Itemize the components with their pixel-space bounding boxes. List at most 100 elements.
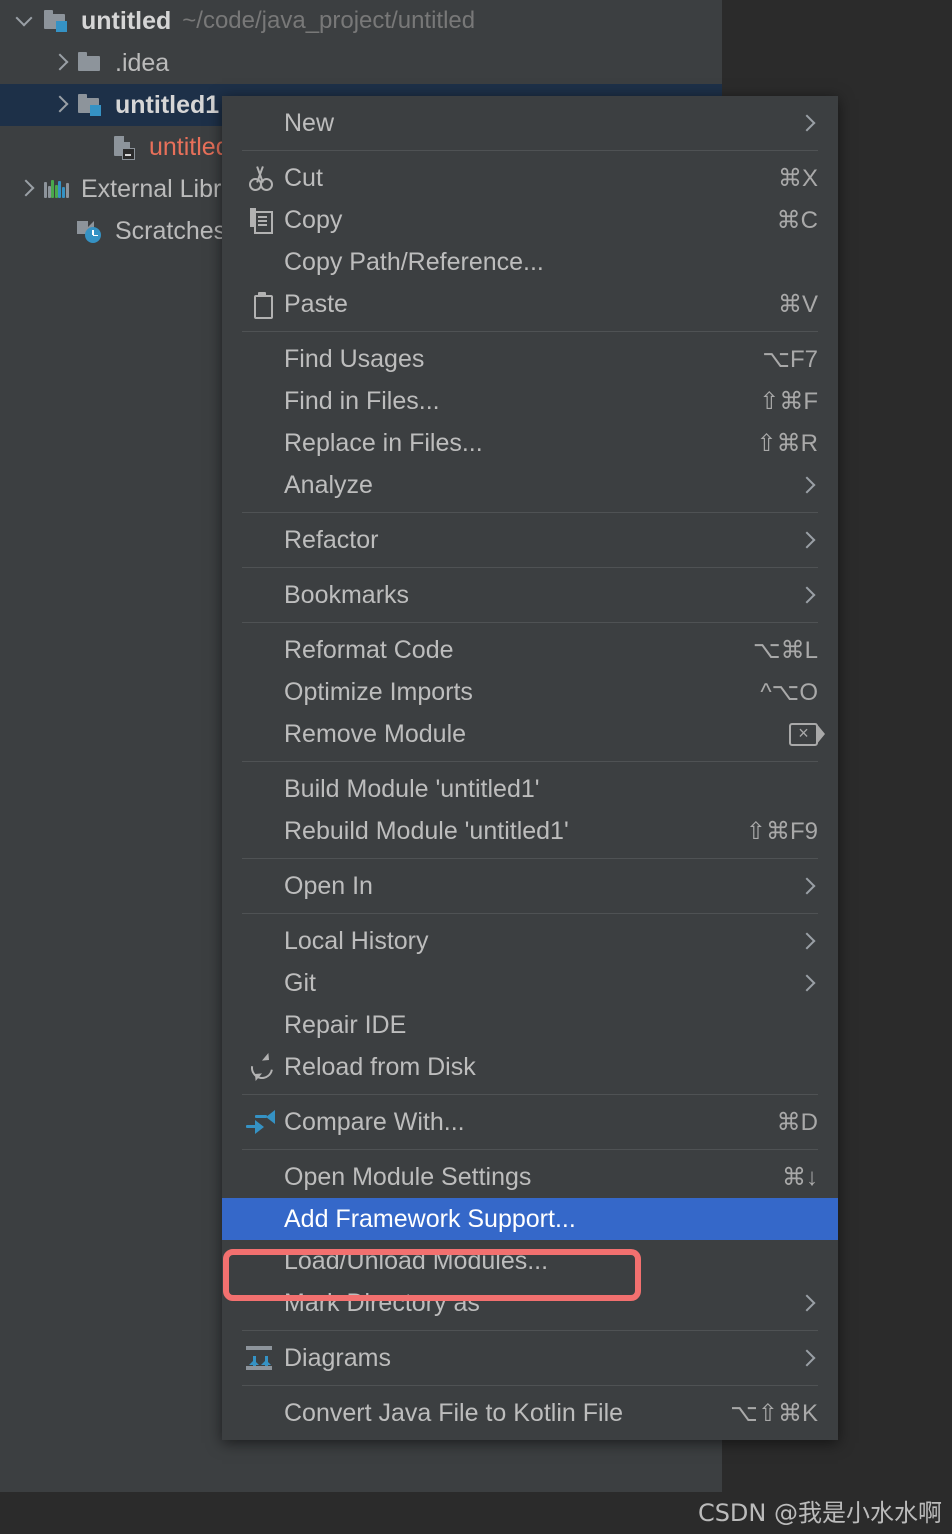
chevron-down-icon[interactable] — [14, 10, 36, 32]
menu-icon-spacer — [242, 470, 284, 500]
menu-item-label: Replace in Files... — [284, 428, 483, 457]
menu-item-find-in-files[interactable]: Find in Files... ⇧⌘F — [222, 380, 838, 422]
menu-icon-spacer — [242, 525, 284, 555]
chevron-right-icon — [796, 972, 818, 994]
menu-item-label: Convert Java File to Kotlin File — [284, 1398, 624, 1427]
menu-item-shortcut: ⌘X — [777, 164, 818, 192]
tree-row-path: ~/code/java_project/untitled — [182, 7, 476, 34]
menu-item-label: Repair IDE — [284, 1010, 407, 1039]
menu-item-copy[interactable]: Copy ⌘C — [222, 199, 838, 241]
compare-icon — [242, 1107, 284, 1137]
menu-item-convert-java-file-to-kotlin-file[interactable]: Convert Java File to Kotlin File ⌥⇧⌘K — [222, 1392, 838, 1434]
chevron-right-icon — [796, 474, 818, 496]
menu-item-bookmarks[interactable]: Bookmarks — [222, 574, 838, 616]
menu-item-label: Open Module Settings — [284, 1162, 532, 1191]
menu-item-label: Open In — [284, 871, 373, 900]
menu-item-remove-module[interactable]: Remove Module — [222, 713, 838, 755]
menu-item-shortcut: ⌘↓ — [782, 1163, 818, 1191]
menu-icon-spacer — [242, 968, 284, 998]
menu-item-repair-ide[interactable]: Repair IDE — [222, 1004, 838, 1046]
library-icon — [42, 176, 72, 202]
chevron-right-icon[interactable] — [14, 178, 36, 200]
menu-item-label: Copy Path/Reference... — [284, 247, 544, 276]
menu-icon-spacer — [242, 1010, 284, 1040]
menu-item-label: Load/Unload Modules... — [284, 1246, 549, 1275]
menu-item-shortcut: ⌘V — [777, 290, 818, 318]
menu-item-local-history[interactable]: Local History — [222, 920, 838, 962]
chevron-right-icon — [796, 112, 818, 134]
chevron-right-icon — [796, 584, 818, 606]
copy-icon — [242, 205, 284, 235]
chevron-right-icon[interactable] — [48, 94, 70, 116]
menu-icon-spacer — [242, 635, 284, 665]
menu-item-new[interactable]: New — [222, 102, 838, 144]
menu-item-label: Cut — [284, 163, 323, 192]
menu-item-mark-directory-as[interactable]: Mark Directory as — [222, 1282, 838, 1324]
menu-icon-spacer — [242, 871, 284, 901]
menu-separator — [242, 1330, 818, 1331]
project-context-menu[interactable]: New Cut ⌘X Copy ⌘C Copy Path/Reference... Past… — [222, 96, 838, 1440]
menu-item-rebuild-module-untitled1[interactable]: Rebuild Module 'untitled1' ⇧⌘F9 — [222, 810, 838, 852]
menu-item-label: New — [284, 108, 335, 137]
menu-icon-spacer — [242, 774, 284, 804]
menu-item-reformat-code[interactable]: Reformat Code ⌥⌘L — [222, 629, 838, 671]
menu-icon-spacer — [242, 580, 284, 610]
menu-item-reload-from-disk[interactable]: Reload from Disk — [222, 1046, 838, 1088]
menu-item-find-usages[interactable]: Find Usages ⌥F7 — [222, 338, 838, 380]
menu-item-shortcut: ⌘C — [776, 206, 818, 234]
menu-item-shortcut: ^⌥O — [760, 678, 818, 706]
chevron-right-icon — [796, 1292, 818, 1314]
menu-item-compare-with[interactable]: Compare With... ⌘D — [222, 1101, 838, 1143]
folder-icon — [76, 50, 106, 76]
tree-row-untitled[interactable]: untitled ~/code/java_project/untitled — [0, 0, 722, 42]
menu-item-paste[interactable]: Paste ⌘V — [222, 283, 838, 325]
menu-separator — [242, 1385, 818, 1386]
folder-module-icon — [76, 92, 106, 118]
menu-separator — [242, 761, 818, 762]
menu-icon-spacer — [242, 1204, 284, 1234]
menu-item-shortcut: ⌥⌘L — [752, 636, 818, 664]
menu-item-label: Mark Directory as — [284, 1288, 480, 1317]
chevron-right-icon[interactable] — [48, 52, 70, 74]
menu-item-open-in[interactable]: Open In — [222, 865, 838, 907]
menu-item-git[interactable]: Git — [222, 962, 838, 1004]
menu-icon-spacer — [242, 926, 284, 956]
menu-item-shortcut: ⇧⌘F9 — [745, 817, 818, 845]
menu-icon-spacer — [242, 428, 284, 458]
menu-icon-spacer — [242, 1288, 284, 1318]
menu-item-diagrams[interactable]: Diagrams — [222, 1337, 838, 1379]
scissors-icon — [242, 163, 284, 193]
menu-icon-spacer — [242, 677, 284, 707]
menu-item-label: Bookmarks — [284, 580, 410, 609]
menu-icon-spacer — [242, 1162, 284, 1192]
tree-row--idea[interactable]: .idea — [0, 42, 722, 84]
menu-item-refactor[interactable]: Refactor — [222, 519, 838, 561]
menu-item-load-unload-modules[interactable]: Load/Unload Modules... — [222, 1240, 838, 1282]
menu-item-label: Copy — [284, 205, 343, 234]
menu-item-replace-in-files[interactable]: Replace in Files... ⇧⌘R — [222, 422, 838, 464]
menu-icon-spacer — [242, 1398, 284, 1428]
menu-separator — [242, 858, 818, 859]
menu-item-copy-path-reference[interactable]: Copy Path/Reference... — [222, 241, 838, 283]
menu-separator — [242, 1149, 818, 1150]
menu-item-optimize-imports[interactable]: Optimize Imports ^⌥O — [222, 671, 838, 713]
menu-item-open-module-settings[interactable]: Open Module Settings ⌘↓ — [222, 1156, 838, 1198]
chevron-right-icon — [796, 1347, 818, 1369]
menu-item-shortcut: ⌘D — [776, 1108, 818, 1136]
menu-icon-spacer — [242, 247, 284, 277]
menu-item-add-framework-support[interactable]: Add Framework Support... — [222, 1198, 838, 1240]
menu-item-analyze[interactable]: Analyze — [222, 464, 838, 506]
menu-item-label: Compare With... — [284, 1107, 465, 1136]
menu-item-build-module-untitled1[interactable]: Build Module 'untitled1' — [222, 768, 838, 810]
menu-item-label: Diagrams — [284, 1343, 391, 1372]
menu-item-label: Add Framework Support... — [284, 1204, 576, 1233]
reload-icon — [242, 1052, 284, 1082]
menu-item-shortcut: ⇧⌘R — [756, 429, 818, 457]
menu-item-label: Reload from Disk — [284, 1052, 476, 1081]
menu-item-cut[interactable]: Cut ⌘X — [222, 157, 838, 199]
menu-item-label: Remove Module — [284, 719, 467, 748]
chevron-right-icon — [796, 875, 818, 897]
menu-item-shortcut: ⇧⌘F — [759, 387, 818, 415]
